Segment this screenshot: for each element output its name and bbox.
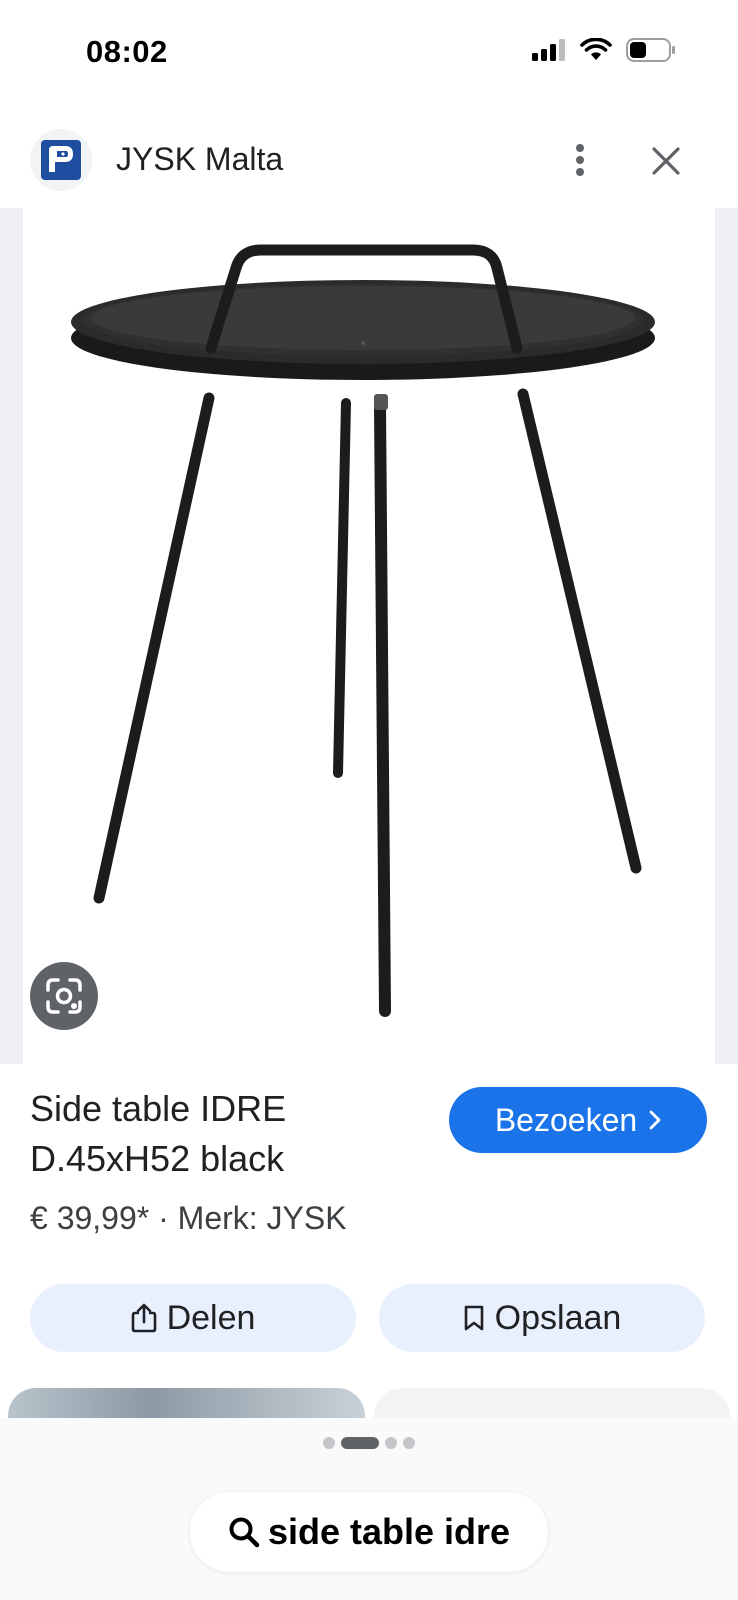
page-indicator bbox=[0, 1437, 738, 1449]
more-options-button[interactable] bbox=[560, 135, 600, 185]
site-header: JYSK Malta bbox=[0, 115, 738, 205]
battery-icon bbox=[626, 38, 675, 62]
close-button[interactable] bbox=[644, 139, 688, 183]
bookmark-icon bbox=[464, 1305, 483, 1331]
jysk-logo[interactable] bbox=[30, 129, 92, 191]
signal-icon bbox=[532, 39, 565, 61]
related-thumbnail-1[interactable] bbox=[8, 1388, 365, 1418]
visit-label: Bezoeken bbox=[494, 1101, 638, 1138]
save-button[interactable]: Opslaan bbox=[379, 1284, 705, 1352]
close-icon bbox=[652, 147, 680, 175]
search-query-pill[interactable]: side table idre bbox=[190, 1492, 548, 1572]
status-icons bbox=[532, 38, 676, 62]
price: € 39,99* bbox=[30, 1200, 150, 1236]
related-thumbnail-2[interactable] bbox=[374, 1388, 730, 1418]
page-dot bbox=[385, 1437, 397, 1449]
share-label: Delen bbox=[166, 1298, 256, 1337]
separator: · bbox=[158, 1200, 169, 1236]
price-line: € 39,99* · Merk: JYSK bbox=[30, 1200, 347, 1237]
share-icon bbox=[131, 1303, 156, 1333]
page-dot bbox=[323, 1437, 335, 1449]
product-title-line1: Side table IDRE bbox=[30, 1088, 287, 1129]
product-title: Side table IDRE D.45xH52 black bbox=[30, 1084, 430, 1184]
page-dot bbox=[403, 1437, 415, 1449]
page-dot-active bbox=[341, 1437, 379, 1449]
more-vert-icon bbox=[576, 144, 584, 176]
save-label: Opslaan bbox=[494, 1298, 622, 1337]
status-bar: 08:02 bbox=[0, 0, 738, 100]
side-table-image bbox=[71, 244, 655, 1017]
product-image-area bbox=[0, 208, 738, 1064]
chevron-right-icon bbox=[649, 1110, 661, 1130]
site-name: JYSK Malta bbox=[116, 141, 284, 177]
product-image[interactable] bbox=[23, 208, 715, 1064]
wifi-icon bbox=[580, 38, 612, 60]
search-icon bbox=[229, 1517, 260, 1548]
lens-search-button[interactable] bbox=[30, 962, 98, 1030]
brand: Merk: JYSK bbox=[177, 1200, 347, 1236]
search-query: side table idre bbox=[267, 1511, 511, 1552]
status-time: 08:02 bbox=[86, 34, 168, 69]
product-title-line2: D.45xH52 black bbox=[30, 1138, 285, 1179]
visit-button[interactable]: Bezoeken bbox=[449, 1087, 707, 1153]
lens-icon bbox=[46, 978, 82, 1014]
share-button[interactable]: Delen bbox=[30, 1284, 356, 1352]
